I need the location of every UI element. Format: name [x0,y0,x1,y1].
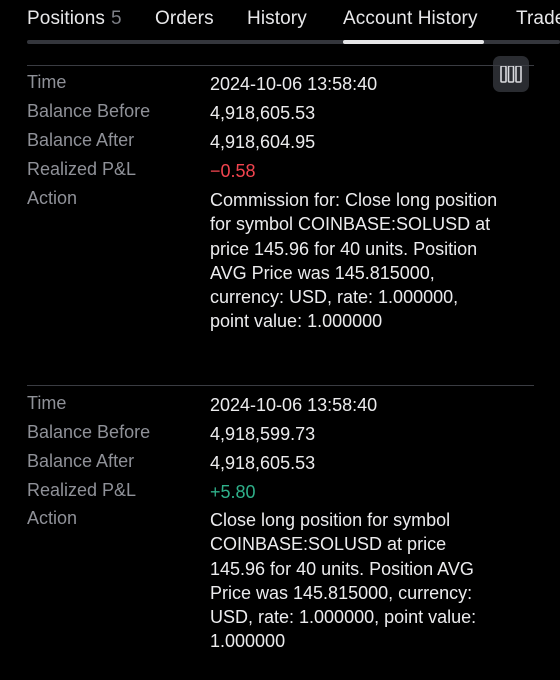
balance-before-value: 4,918,599.73 [210,424,316,444]
active-tab-indicator [343,40,484,44]
time-value: 2024-10-06 13:58:40 [210,395,378,415]
balance-after-label: Balance After [27,451,135,471]
tab-positions-label: Positions [27,8,105,29]
time-label: Time [27,72,67,92]
tab-account-history[interactable]: Account History [343,8,478,30]
time-label: Time [27,393,67,413]
tab-trades[interactable]: Trades [516,8,560,30]
tab-bar: Positions 5 Orders History Account Histor… [0,0,560,46]
balance-before-value: 4,918,605.53 [210,103,316,123]
action-value: Close long position for symbol COINBASE:… [210,510,477,652]
action-label: Action [27,508,78,528]
balance-before-label: Balance Before [27,422,151,442]
entry-divider [27,385,534,386]
tab-orders[interactable]: Orders [155,8,214,30]
balance-after-value: 4,918,605.53 [210,453,316,473]
action-label: Action [27,188,78,208]
realized-pnl-label: Realized P&L [27,159,137,179]
time-value: 2024-10-06 13:58:40 [210,74,378,94]
realized-pnl-value: −0.58 [210,161,256,181]
account-history-page: Positions 5 Orders History Account Histor… [0,0,560,680]
realized-pnl-label: Realized P&L [27,480,137,500]
tab-positions-count: 5 [111,8,122,29]
columns-icon [500,65,522,83]
balance-after-label: Balance After [27,130,135,150]
realized-pnl-value: +5.80 [210,482,256,502]
tab-scroll-track [27,40,560,44]
tab-positions[interactable]: Positions 5 [27,8,122,30]
tab-history[interactable]: History [247,8,307,30]
balance-after-value: 4,918,604.95 [210,132,316,152]
entry-divider [27,65,534,66]
balance-before-label: Balance Before [27,101,151,121]
action-value: Commission for: Close long position for … [210,190,498,332]
